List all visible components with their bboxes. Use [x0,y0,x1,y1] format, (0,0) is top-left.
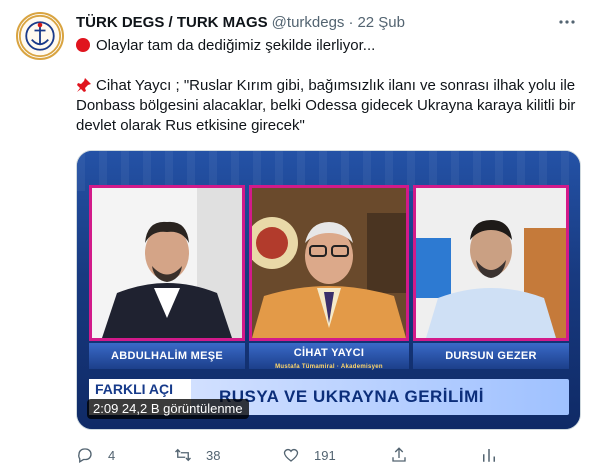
tweet-line-4: devlet olarak Rus etkisine girecek" [76,117,305,134]
nametag-center-title: Mustafa Tümamiral · Akademisyen [275,364,383,370]
reply-button[interactable]: 4 [76,444,115,466]
separator-dot: · [348,13,354,31]
more-options-icon[interactable] [557,12,577,32]
tweet-line-2: Cihat Yaycı ; "Ruslar Kırım gibi, bağıms… [76,76,581,96]
anchor-logo-icon [18,14,62,58]
retweet-button[interactable]: 38 [174,444,220,466]
tweet-text: Olaylar tam da dediğimiz şekilde ilerliy… [76,36,581,136]
author-handle[interactable]: @turkdegs [272,14,345,31]
retweet-icon [175,448,191,462]
tweet-line-1: Olaylar tam da dediğimiz şekilde ilerliy… [76,36,581,56]
reply-icon [78,448,92,463]
analytics-icon [483,449,495,462]
tweet-line-3: Donbass bölgesini alacaklar, belki Odess… [76,97,576,114]
nametag-right: DURSUN GEZER [413,343,569,369]
share-button[interactable] [390,444,422,466]
video-panel-left [89,185,245,341]
analytics-button[interactable] [480,444,512,466]
video-time-views-badge: 2:09 24,2 B görüntülenme [87,399,249,419]
tweet-date[interactable]: 22 Şub [357,14,405,31]
nametag-center: CİHAT YAYCI Mustafa Tümamiral · Akademis… [249,343,409,370]
avatar[interactable] [16,12,64,60]
video-panel-center [249,185,409,341]
author-name[interactable]: TÜRK DEGS / TURK MAGS [76,14,268,31]
like-count: 191 [314,447,336,463]
red-circle-icon [76,38,90,52]
tweet-line-2-text: Cihat Yaycı ; "Ruslar Kırım gibi, bağıms… [96,77,576,94]
tweet-line-1-text: Olaylar tam da dediğimiz şekilde ilerliy… [96,37,376,54]
like-button[interactable]: 191 [282,444,336,466]
headline: RUSYA VE UKRAYNA GERİLİMİ [219,387,485,406]
share-icon [392,447,406,462]
nametag-center-name: CİHAT YAYCI [293,347,365,359]
nametag-left: ABDULHALİM MEŞE [89,343,245,369]
reply-count: 4 [108,447,116,463]
video-panel-right [413,185,569,341]
pushpin-icon [77,78,91,92]
retweet-count: 38 [206,447,221,463]
tweet-actions: 4 38 191 [76,444,581,466]
heart-icon [283,448,299,462]
tweet-header: TÜRK DEGS / TURK MAGS @turkdegs · 22 Şub [76,12,581,32]
video-player[interactable]: ABDULHALİM MEŞE CİHAT YAYCI Mustafa Tüma… [76,150,581,430]
